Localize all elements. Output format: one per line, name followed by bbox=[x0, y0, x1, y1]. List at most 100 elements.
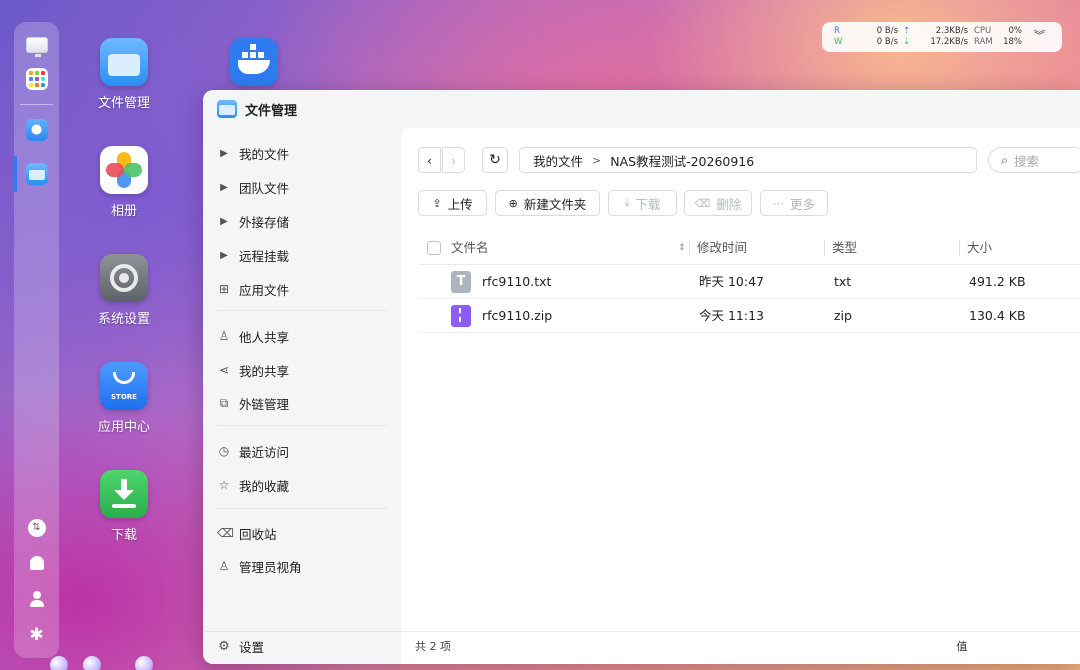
docker-icon bbox=[230, 38, 278, 86]
system-status-widget[interactable]: R W 0 B/s 0 B/s ⇡ ⇣ 2.3KB/s 17.2KB/s CPU… bbox=[822, 22, 1062, 52]
cpu-label: CPU bbox=[974, 26, 992, 36]
column-header-modified[interactable]: 修改时间 bbox=[697, 231, 747, 265]
cpu-value: 0% bbox=[1008, 26, 1023, 36]
sidebar-item-label: 团队文件 bbox=[239, 180, 290, 196]
new-folder-button[interactable]: ⊕ 新建文件夹 bbox=[495, 190, 600, 216]
column-divider[interactable] bbox=[689, 240, 690, 256]
sidebar-item-label: 最近访问 bbox=[239, 444, 290, 460]
upload-arrow-icon: ⇡ bbox=[903, 26, 911, 36]
table-row[interactable]: T rfc9110.txt 昨天 10:47 txt 491.2 KB bbox=[419, 265, 1080, 299]
watermark: 值 什么值得买 bbox=[952, 636, 1052, 657]
sidebar-item-label: 他人共享 bbox=[239, 329, 290, 345]
breadcrumb-current[interactable]: NAS教程测试-20260916 bbox=[610, 151, 754, 170]
caret-right-icon: ▶ bbox=[220, 215, 228, 227]
sidebar-settings-button[interactable]: ⚙ 设置 bbox=[217, 634, 264, 658]
file-manager-icon bbox=[217, 100, 237, 118]
external-link-icon: ⧉ bbox=[219, 395, 229, 410]
download-icon: ⤓ bbox=[624, 196, 630, 209]
dock-sync-icon[interactable]: ⇅ bbox=[14, 511, 59, 545]
sidebar-item-external-storage[interactable]: ▶ 外接存储 bbox=[217, 209, 289, 233]
desktop-icon-docker[interactable] bbox=[214, 38, 294, 92]
file-modified: 昨天 10:47 bbox=[699, 274, 764, 289]
ram-value: 18% bbox=[1003, 37, 1022, 47]
search-input[interactable]: ⌕ 搜索 bbox=[988, 147, 1080, 173]
chevron-double-down-icon[interactable]: ︾ bbox=[1034, 30, 1045, 41]
net-upload-value: 2.3KB/s bbox=[935, 26, 968, 36]
sidebar-item-app-files[interactable]: ⊞ 应用文件 bbox=[217, 277, 289, 301]
column-header-type[interactable]: 类型 bbox=[832, 231, 857, 265]
more-dots-icon: ⋯ bbox=[772, 196, 784, 210]
sidebar-item-remote-mount[interactable]: ▶ 远程挂载 bbox=[217, 243, 289, 267]
refresh-button[interactable]: ↻ bbox=[482, 147, 508, 173]
decorative-bubble bbox=[83, 656, 101, 670]
table-row[interactable]: rfc9110.zip 今天 11:13 zip 130.4 KB bbox=[419, 299, 1080, 333]
forward-button[interactable]: › bbox=[442, 147, 465, 173]
dock-user-icon[interactable] bbox=[14, 582, 59, 616]
settings-gear-icon: ⚙ bbox=[218, 638, 230, 654]
sidebar-item-shared-with-me[interactable]: ♙ 他人共享 bbox=[217, 324, 289, 348]
window-titlebar[interactable]: 文件管理 bbox=[203, 90, 1080, 128]
sidebar-item-my-files[interactable]: ▶ 我的文件 bbox=[217, 141, 289, 165]
chevron-left-icon: ‹ bbox=[427, 152, 432, 168]
file-size: 130.4 KB bbox=[969, 308, 1026, 323]
sidebar-item-label: 我的共享 bbox=[239, 363, 290, 379]
back-button[interactable]: ‹ bbox=[418, 147, 441, 173]
grid-icon: ⊞ bbox=[218, 282, 230, 296]
decorative-bubble bbox=[50, 656, 68, 670]
delete-button[interactable]: ⌫ 删除 bbox=[684, 190, 752, 216]
net-download-value: 17.2KB/s bbox=[930, 37, 968, 47]
upload-icon: ⇪ bbox=[432, 196, 442, 210]
column-header-size[interactable]: 大小 bbox=[967, 231, 992, 265]
refresh-icon: ↻ bbox=[489, 152, 501, 168]
desktop-icon-download[interactable]: 下载 bbox=[84, 470, 164, 543]
watermark-logo-icon: 值 bbox=[952, 636, 972, 657]
sort-icon[interactable]: ⇕ bbox=[678, 231, 686, 265]
desktop-icon-system-settings[interactable]: 系统设置 bbox=[84, 254, 164, 327]
share-icon: ⋖ bbox=[218, 363, 230, 377]
file-type: txt bbox=[834, 274, 852, 289]
sidebar-item-recent[interactable]: ◷ 最近访问 bbox=[217, 439, 289, 463]
breadcrumb-root[interactable]: 我的文件 bbox=[533, 151, 583, 170]
sidebar-item-recycle-bin[interactable]: ⌫ 回收站 bbox=[217, 521, 277, 545]
users-icon: ♙ bbox=[218, 329, 230, 343]
upload-button[interactable]: ⇪ 上传 bbox=[418, 190, 487, 216]
sidebar-divider bbox=[217, 425, 387, 426]
sidebar-item-favorites[interactable]: ☆ 我的收藏 bbox=[217, 473, 289, 497]
more-button[interactable]: ⋯ 更多 bbox=[760, 190, 828, 216]
search-placeholder: 搜索 bbox=[1014, 153, 1040, 169]
dock-apps-grid-icon[interactable] bbox=[14, 62, 59, 96]
desktop-icon-label: 系统设置 bbox=[97, 312, 150, 327]
column-divider[interactable] bbox=[824, 240, 825, 256]
sidebar-item-label: 我的文件 bbox=[239, 146, 290, 162]
dock-desktop-monitor-icon[interactable] bbox=[14, 28, 59, 62]
file-modified: 今天 11:13 bbox=[699, 308, 764, 323]
decorative-bubble bbox=[135, 656, 153, 670]
desktop-icon-label: 下载 bbox=[110, 528, 137, 543]
select-all-checkbox[interactable] bbox=[427, 241, 441, 255]
sidebar-item-label: 外接存储 bbox=[239, 214, 290, 230]
sidebar-item-label: 远程挂载 bbox=[239, 248, 290, 264]
new-folder-label: 新建文件夹 bbox=[523, 196, 587, 212]
column-divider[interactable] bbox=[959, 240, 960, 256]
dock-tips-bulb-icon[interactable]: ● bbox=[14, 113, 59, 147]
download-button[interactable]: ⤓ 下载 bbox=[608, 190, 677, 216]
caret-right-icon: ▶ bbox=[220, 249, 228, 261]
dock-file-manager-icon[interactable] bbox=[14, 157, 59, 191]
dock-notification-bell-icon[interactable] bbox=[14, 546, 59, 580]
sidebar-item-my-shares[interactable]: ⋖ 我的共享 bbox=[217, 358, 289, 382]
watermark-text: 什么值得买 bbox=[977, 638, 1053, 656]
disk-read-value: 0 B/s bbox=[876, 26, 898, 36]
trash-icon: ⌫ bbox=[694, 196, 711, 210]
desktop-icon-app-center[interactable]: STORE 应用中心 bbox=[84, 362, 164, 435]
sidebar-item-admin-view[interactable]: ♙ 管理员视角 bbox=[217, 554, 302, 578]
breadcrumb[interactable]: 我的文件 > NAS教程测试-20260916 bbox=[519, 147, 977, 173]
column-header-name[interactable]: 文件名 bbox=[451, 231, 489, 265]
sidebar-item-team-files[interactable]: ▶ 团队文件 bbox=[217, 175, 289, 199]
dock-settings-gear-icon[interactable]: ✱ bbox=[14, 618, 59, 652]
desktop-icon-file-manager[interactable]: 文件管理 bbox=[84, 38, 164, 111]
disk-write-value: 0 B/s bbox=[876, 37, 898, 47]
search-icon: ⌕ bbox=[1001, 152, 1009, 167]
desktop-icon-photos[interactable]: 相册 bbox=[84, 146, 164, 219]
file-name: rfc9110.txt bbox=[482, 274, 552, 289]
sidebar-item-external-links[interactable]: ⧉ 外链管理 bbox=[217, 391, 289, 415]
